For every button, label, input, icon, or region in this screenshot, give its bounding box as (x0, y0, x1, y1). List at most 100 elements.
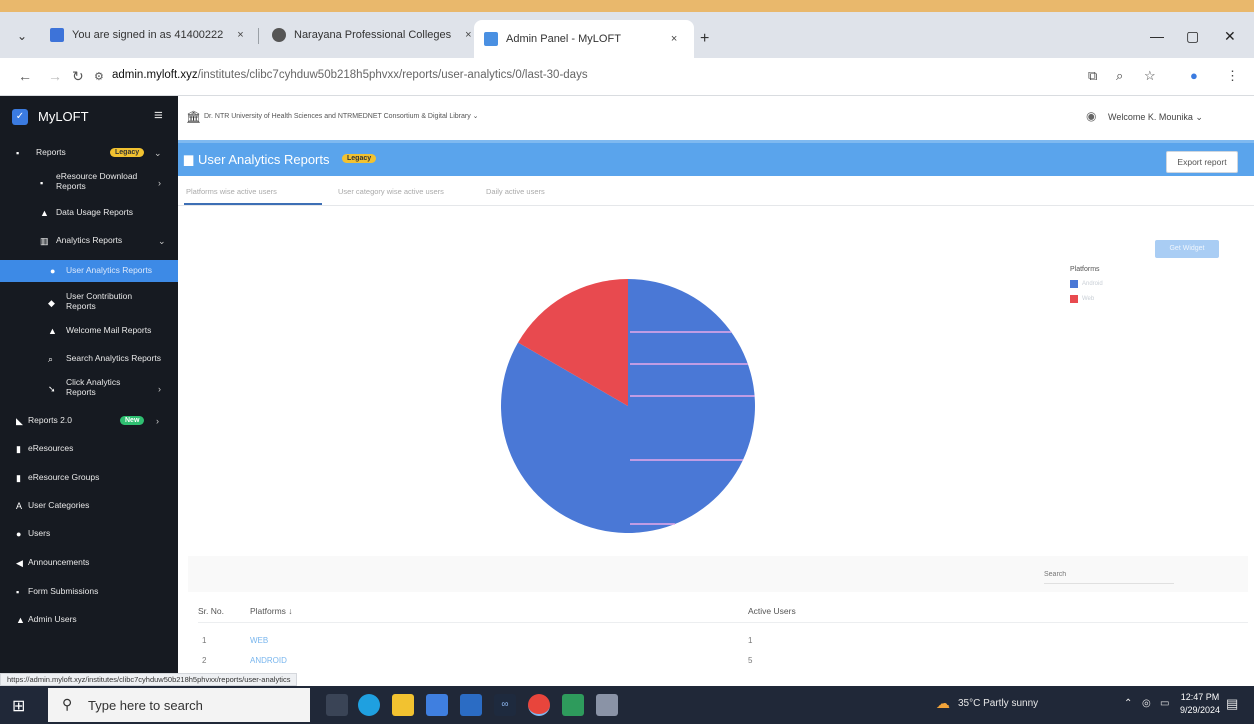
tab-daily-active[interactable]: Daily active users (486, 187, 545, 196)
forward-icon[interactable]: → (48, 68, 62, 84)
column-header-sr: Sr. No. (198, 606, 224, 616)
menu-kebab-icon[interactable]: ⋮ (1226, 68, 1239, 84)
tab-signed-in[interactable]: You are signed in as 41400222 × (40, 20, 254, 50)
s-favicon-icon (50, 28, 64, 42)
myloft-logo-icon: ✓ (12, 109, 28, 125)
tab-separator (258, 28, 259, 44)
file-explorer-icon[interactable] (392, 694, 414, 716)
chevron-down-icon: ⌄ (158, 236, 166, 246)
address-bar: ← → ↻ ⚙ admin.myloft.xyz/institutes/clib… (0, 58, 1254, 96)
sidebar-item-reports-2[interactable]: ◣ Reports 2.0 New › (0, 415, 178, 430)
sidebar-item-reports[interactable]: ▪ Reports Legacy ⌄ (0, 147, 178, 164)
maximize-icon[interactable]: ▢ (1186, 28, 1199, 45)
get-widget-button[interactable]: Get Widget (1155, 240, 1219, 258)
chevron-right-icon: › (158, 178, 161, 188)
weather-text[interactable]: 35°C Partly sunny (958, 698, 1038, 709)
sidebar-item-admin-users[interactable]: ▲ Admin Users (0, 614, 178, 629)
legend-item-android[interactable]: Android (1070, 280, 1103, 288)
tab-narayana[interactable]: Narayana Professional Colleges × (262, 20, 482, 50)
site-info-icon[interactable]: ⚙ (94, 70, 104, 83)
mail-icon: ▲ (48, 326, 57, 336)
url-field[interactable]: admin.myloft.xyz/institutes/clibc7cyhduw… (112, 69, 588, 81)
search-input[interactable] (1044, 566, 1174, 584)
tray-chevron-icon[interactable]: ⌃ (1124, 698, 1132, 709)
close-icon[interactable]: × (237, 29, 243, 41)
groups-icon: ▮ (16, 473, 21, 483)
header-divider (198, 622, 1248, 623)
close-window-icon[interactable]: ✕ (1224, 28, 1236, 45)
sidebar-item-user-categories[interactable]: A User Categories (0, 500, 178, 515)
notification-icon[interactable]: ▤ (1226, 696, 1238, 712)
legend-swatch-android (1070, 280, 1078, 288)
windows-start-icon[interactable]: ⊞ (12, 696, 25, 716)
platform-link[interactable]: WEB (250, 636, 268, 645)
sidebar-item-analytics[interactable]: ▥ Analytics Reports ⌄ (0, 235, 178, 250)
sidebar-item-search-analytics[interactable]: ⌕ Search Analytics Reports (0, 353, 178, 368)
report-subtabs: Platforms wise active users User categor… (178, 176, 1254, 206)
sidebar-item-user-analytics[interactable]: ● User Analytics Reports (0, 260, 178, 282)
tab-search-chevron-icon[interactable]: ⌄ (14, 28, 30, 44)
sidebar-item-eresource-download[interactable]: ▪ eResource Download Reports › (0, 171, 178, 194)
tab-admin-panel[interactable]: Admin Panel - MyLOFT × (474, 20, 694, 58)
edge-icon[interactable] (358, 694, 380, 716)
browser-tab-strip: ⌄ You are signed in as 41400222 × Naraya… (0, 12, 1254, 58)
sidebar-item-welcome-mail[interactable]: ▲ Welcome Mail Reports (0, 325, 178, 340)
download-icon: ▪ (40, 178, 44, 188)
close-icon[interactable]: × (671, 33, 677, 45)
app-icon[interactable]: ∞ (494, 694, 516, 716)
sidebar-item-eresource-groups[interactable]: ▮ eResource Groups (0, 472, 178, 487)
url-path: /institutes/clibc7cyhduw50b218h5phvxx/re… (197, 69, 588, 81)
legacy-badge: Legacy (342, 154, 377, 163)
taskbar-search[interactable]: ⚲ Type here to search (48, 688, 310, 722)
users-icon: ● (16, 529, 22, 539)
sidebar-item-eresources[interactable]: ▮ eResources (0, 443, 178, 458)
sidebar-item-announcements[interactable]: ◀ Announcements (0, 557, 178, 572)
welcome-menu[interactable]: Welcome K. Mounika ⌄ (1108, 112, 1203, 123)
sidebar-item-user-contribution[interactable]: ◆ User Contribution Reports (0, 291, 178, 314)
tab-platforms-wise[interactable]: Platforms wise active users (186, 187, 277, 196)
new-badge: New (120, 416, 145, 425)
top-band (0, 0, 1254, 12)
new-tab-button[interactable]: + (700, 30, 709, 48)
reports-icon: ▪ (16, 148, 20, 158)
sidebar-item-click-analytics[interactable]: ➘ Click Analytics Reports › (0, 377, 178, 400)
institution-selector[interactable]: Dr. NTR University of Health Sciences an… (204, 112, 479, 120)
volume-icon[interactable]: ▭ (1160, 698, 1169, 709)
admin-user-icon: ▲ (16, 615, 25, 625)
chevron-right-icon: › (156, 416, 159, 426)
app-green-icon[interactable] (562, 694, 584, 716)
chevron-right-icon: › (158, 384, 161, 394)
sidebar-item-users[interactable]: ● Users (0, 528, 178, 543)
legend-item-web[interactable]: Web (1070, 295, 1103, 303)
eresources-icon: ▮ (16, 444, 21, 454)
brand: ✓ MyLOFT ≡ (0, 104, 178, 132)
sidebar-item-data-usage[interactable]: ▲ Data Usage Reports (0, 207, 178, 222)
legend-swatch-web (1070, 295, 1078, 303)
column-header-platforms[interactable]: Platforms ↓ (250, 606, 293, 616)
tab-user-category-wise[interactable]: User category wise active users (338, 187, 444, 196)
cast-icon[interactable]: ⧉ (1088, 68, 1097, 84)
network-icon[interactable]: ◎ (1142, 698, 1151, 709)
mail-icon[interactable] (460, 694, 482, 716)
zoom-icon[interactable]: ⌕ (1116, 68, 1123, 84)
minimize-icon[interactable]: — (1150, 28, 1164, 44)
reload-icon[interactable]: ↻ (72, 68, 84, 85)
weather-icon: ☁ (936, 695, 950, 711)
store-icon[interactable] (426, 694, 448, 716)
export-report-button[interactable]: Export report (1166, 151, 1238, 173)
back-icon[interactable]: ← (18, 68, 32, 84)
bookmark-star-icon[interactable]: ☆ (1144, 68, 1156, 84)
sidebar-item-form-submissions[interactable]: ▪ Form Submissions (0, 586, 178, 601)
chrome-icon[interactable] (528, 694, 550, 716)
app-grid-icon[interactable] (596, 694, 618, 716)
platform-link[interactable]: ANDROID (250, 656, 287, 665)
profile-icon[interactable]: ● (1190, 68, 1198, 83)
close-icon[interactable]: × (465, 29, 471, 41)
help-icon[interactable]: ◉ (1086, 109, 1096, 123)
report-icon: ▆ (184, 152, 194, 166)
clock[interactable]: 12:47 PM 9/29/2024 (1180, 691, 1220, 717)
hamburger-icon[interactable]: ≡ (154, 107, 163, 124)
task-view-icon[interactable] (326, 694, 348, 716)
legend-title: Platforms (1070, 266, 1100, 273)
categories-icon: A (16, 501, 23, 511)
